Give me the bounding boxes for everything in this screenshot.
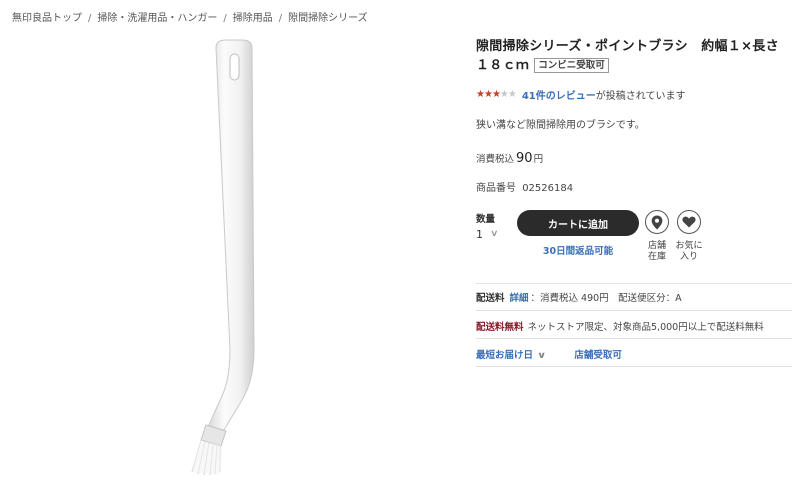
- shipping-fee-row: 配送料 詳細 ：消費税込 490円 配送便区分：A: [476, 290, 682, 304]
- store-stock-caption-line1: 店舗: [647, 241, 666, 251]
- heart-icon: [682, 216, 696, 228]
- shipping-fee-label: 配送料: [476, 293, 505, 304]
- breadcrumb-separator: /: [88, 13, 92, 24]
- favorite-caption-line2: 入り: [679, 252, 698, 262]
- free-shipping-text: ネットストア限定、対象商品5,000円以上で配送料無料: [527, 322, 764, 333]
- divider: [476, 366, 792, 367]
- chevron-down-icon: ∨: [536, 351, 547, 361]
- quantity-label: 数量: [476, 214, 496, 225]
- favorite-caption-line1: お気に: [675, 241, 703, 251]
- product-number: 商品番号 02526184: [476, 179, 792, 194]
- favorite-caption: お気に 入り: [675, 241, 703, 263]
- breadcrumb-separator: /: [223, 13, 227, 24]
- fastest-delivery-dropdown[interactable]: 最短お届け日 ∨: [476, 350, 547, 361]
- price-value: 90: [516, 151, 533, 166]
- free-shipping-row: 配送料無料 ネットストア限定、対象商品5,000円以上で配送料無料: [476, 319, 764, 333]
- breadcrumb-item-gap-cleaning-series[interactable]: 隙間掃除シリーズ: [288, 13, 368, 24]
- store-stock-caption-line2: 在庫: [647, 252, 666, 262]
- product-info: 隙間掃除シリーズ・ポイントブラシ 約幅１×長さ１８ｃｍ コンビニ受取可 ★ ★ ★…: [476, 37, 792, 367]
- review-suffix: が投稿されています: [595, 91, 686, 102]
- star-filled-icon: ★: [483, 88, 493, 100]
- store-stock-button[interactable]: [645, 210, 669, 234]
- price-unit: 円: [533, 154, 544, 165]
- breadcrumb-separator: /: [278, 13, 283, 24]
- breadcrumb-item-top[interactable]: 無印良品トップ: [12, 13, 82, 24]
- chevron-down-icon: ∨: [490, 229, 499, 239]
- store-pickup-link[interactable]: 店舗受取可: [574, 350, 622, 361]
- breadcrumb-item-cleaning-laundry[interactable]: 掃除・洗濯用品・ハンガー: [97, 13, 217, 24]
- divider: [476, 283, 792, 284]
- product-number-label: 商品番号: [476, 183, 516, 194]
- product-title: 隙間掃除シリーズ・ポイントブラシ 約幅１×長さ１８ｃｍ コンビニ受取可: [476, 37, 792, 75]
- convenience-store-pickup-badge: コンビニ受取可: [534, 58, 609, 73]
- star-filled-icon: ★: [476, 88, 485, 100]
- star-empty-icon: ★: [499, 88, 509, 100]
- product-title-text: 隙間掃除シリーズ・ポイントブラシ 約幅１×長さ１８ｃｍ: [476, 39, 779, 73]
- quantity-select[interactable]: 1 ∨: [476, 226, 506, 242]
- delivery-row: 最短お届け日 ∨ 店舗受取可: [476, 347, 622, 361]
- rating-stars: ★ ★ ★ ★ ★: [476, 88, 517, 100]
- store-stock-caption: 店舗 在庫: [643, 241, 671, 263]
- add-to-cart-button[interactable]: カートに追加: [517, 210, 639, 236]
- fastest-delivery-label: 最短お届け日: [476, 350, 534, 361]
- price-tax-label: 消費税込: [476, 154, 515, 165]
- shipping-fee-text: ：消費税込 490円 配送便区分：A: [530, 293, 682, 304]
- star-empty-icon: ★: [507, 88, 517, 100]
- product-image: [150, 30, 330, 480]
- divider: [476, 310, 792, 311]
- map-pin-icon: [651, 215, 663, 229]
- divider: [476, 338, 792, 339]
- shipping-detail-link[interactable]: 詳細: [510, 293, 529, 304]
- breadcrumb: 無印良品トップ / 掃除・洗濯用品・ハンガー / 掃除用品 / 隙間掃除シリーズ: [12, 9, 368, 24]
- product-number-value: 02526184: [522, 183, 574, 194]
- price: 消費税込 90 円: [476, 151, 792, 166]
- favorite-button[interactable]: [677, 210, 701, 234]
- product-description: 狭い溝など隙間掃除用のブラシです。: [476, 120, 645, 131]
- breadcrumb-item-cleaning-supplies[interactable]: 掃除用品: [233, 13, 273, 24]
- review-count-link[interactable]: 41件のレビュー: [522, 87, 596, 102]
- cart-controls: 数量 1 ∨ カートに追加 30日間返品可能 店舗 在庫 お気に 入り: [476, 207, 792, 267]
- return-policy-note: 30日間返品可能: [542, 246, 614, 257]
- review-summary: ★ ★ ★ ★ ★ 41件のレビュー が投稿されています: [476, 87, 792, 102]
- free-shipping-label: 配送料無料: [476, 322, 524, 333]
- quantity-value: 1: [476, 227, 483, 241]
- brush-illustration: [191, 39, 255, 476]
- star-filled-icon: ★: [491, 88, 501, 100]
